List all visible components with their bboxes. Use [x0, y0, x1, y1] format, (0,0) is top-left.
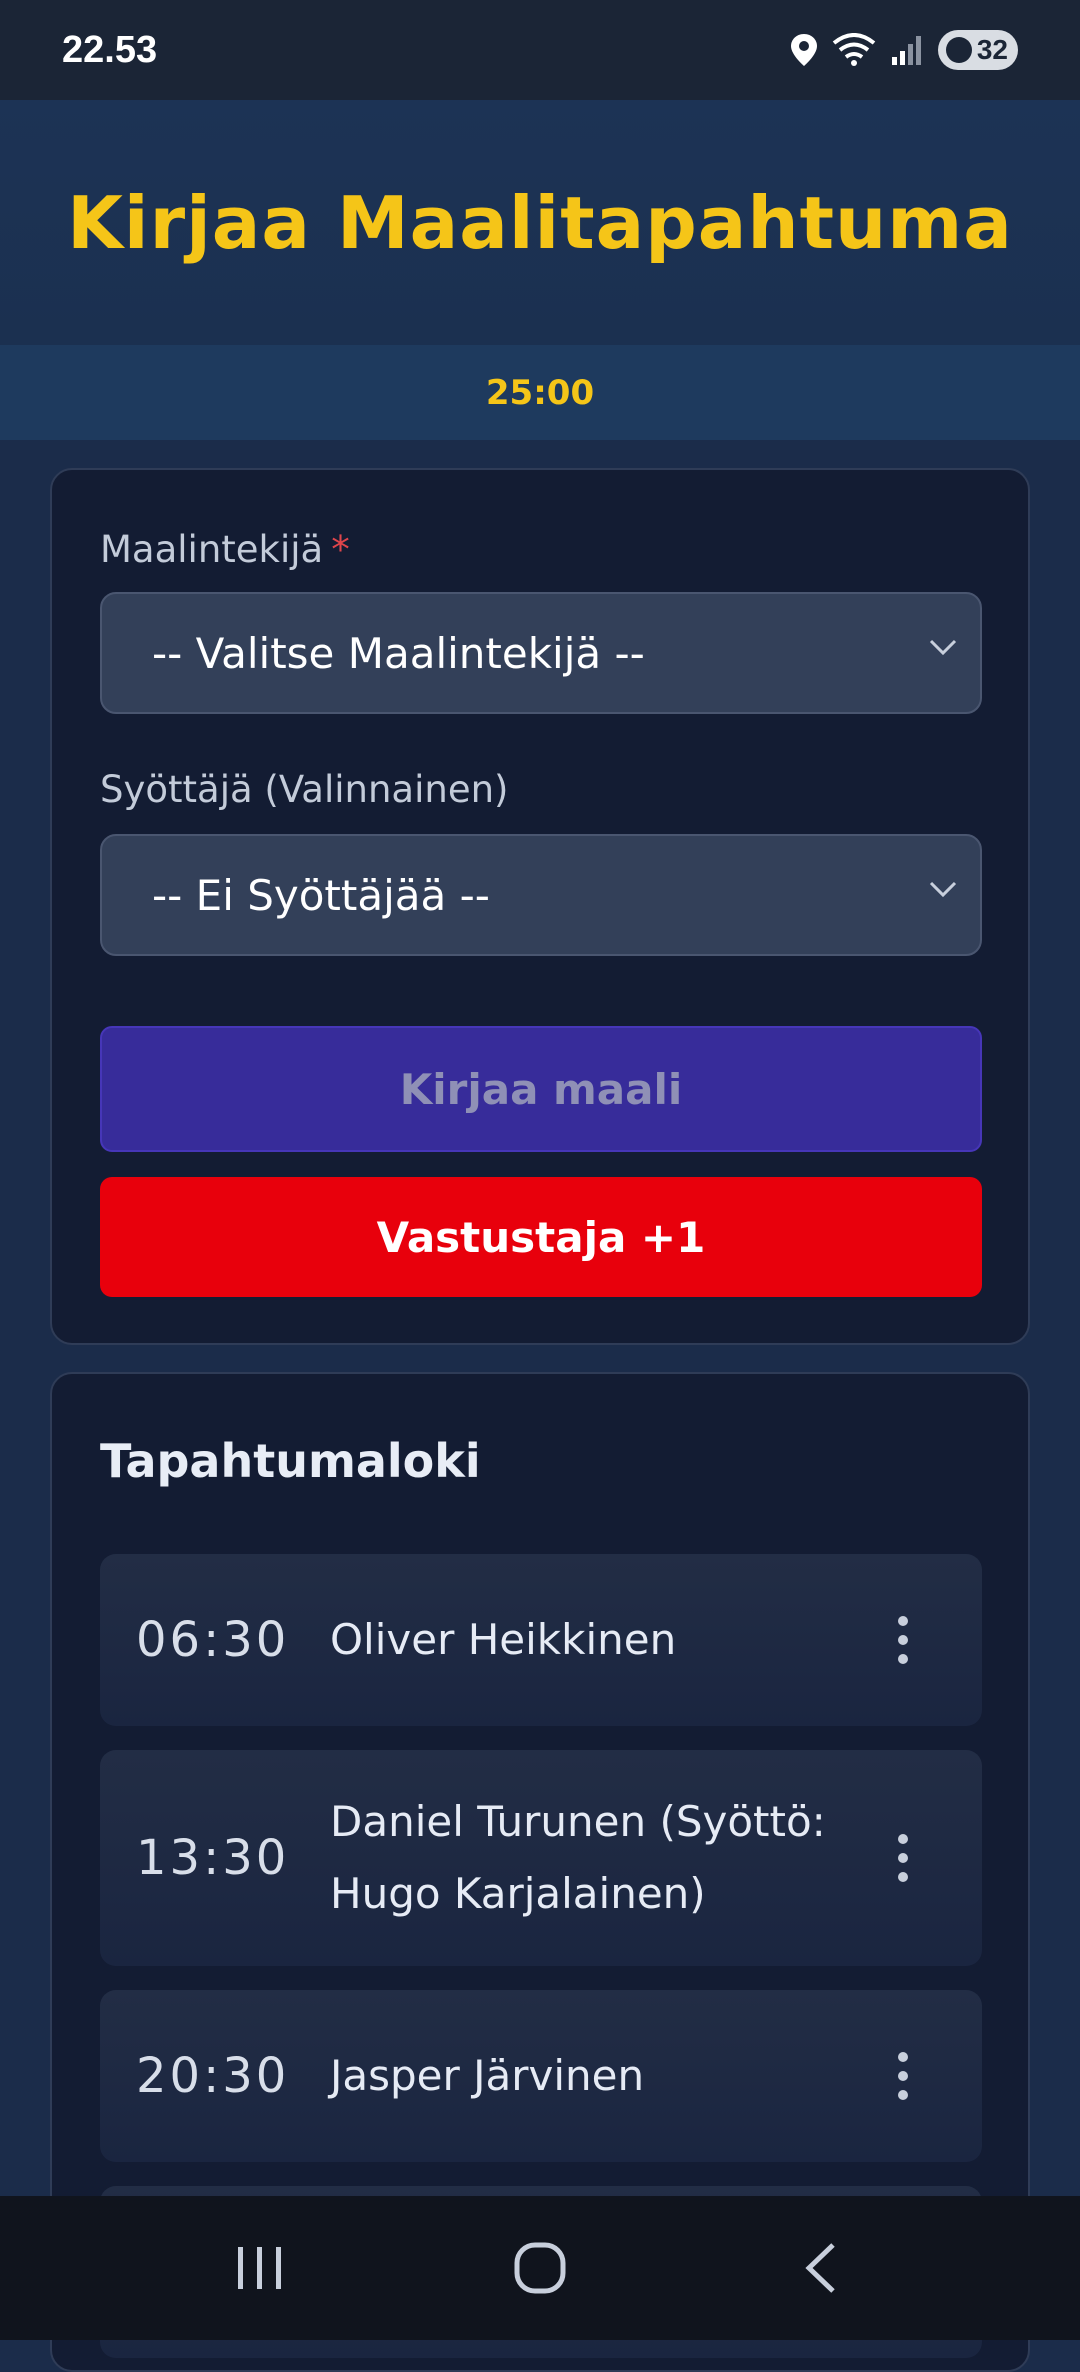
- page-title: Kirjaa Maalitapahtuma: [67, 180, 1013, 265]
- home-button[interactable]: [480, 2218, 600, 2318]
- more-options-icon[interactable]: [898, 1834, 910, 1882]
- event-text: Daniel Turunen (Syöttö: Hugo Karjalainen…: [330, 1797, 826, 1918]
- back-icon: [805, 2243, 835, 2293]
- battery-level: 32: [976, 34, 1008, 65]
- event-row[interactable]: 06:30 Oliver Heikkinen: [100, 1554, 982, 1726]
- status-bar: 22.53 32: [0, 0, 1080, 100]
- system-nav-bar: [0, 2196, 1080, 2340]
- opponent-goal-button[interactable]: Vastustaja +1: [100, 1177, 982, 1297]
- location-icon: [791, 34, 817, 66]
- home-icon: [514, 2242, 566, 2294]
- scorer-select-value: -- Valitse Maalintekijä --: [152, 628, 645, 678]
- scorer-select[interactable]: -- Valitse Maalintekijä --: [100, 592, 982, 714]
- back-button[interactable]: [760, 2218, 880, 2318]
- signal-icon: [892, 36, 921, 65]
- assist-label: Syöttäjä (Valinnainen): [100, 768, 509, 811]
- event-text: Jasper Järvinen: [330, 2051, 645, 2100]
- chevron-down-icon: [929, 639, 957, 656]
- scorer-label-text: Maalintekijä: [100, 528, 324, 571]
- battery-icon: 32: [938, 30, 1018, 70]
- more-options-icon[interactable]: [898, 1616, 910, 1664]
- log-goal-button[interactable]: Kirjaa maali: [100, 1026, 982, 1152]
- event-time: 20:30: [136, 2048, 290, 2104]
- app-header: Kirjaa Maalitapahtuma: [0, 100, 1080, 345]
- match-timer: 25:00: [485, 372, 595, 413]
- more-options-icon[interactable]: [898, 2052, 910, 2100]
- wifi-icon: [832, 33, 876, 66]
- event-time: 13:30: [136, 1830, 290, 1886]
- recent-apps-button[interactable]: [200, 2218, 320, 2318]
- status-time: 22.53: [62, 28, 158, 71]
- event-row[interactable]: 20:30 Jasper Järvinen: [100, 1990, 982, 2162]
- event-time: 06:30: [136, 1612, 290, 1668]
- goal-form-card: Maalintekijä * -- Valitse Maalintekijä --…: [50, 468, 1030, 1345]
- required-mark: *: [331, 528, 350, 571]
- scorer-label: Maalintekijä *: [100, 528, 350, 571]
- event-log-title: Tapahtumaloki: [100, 1434, 481, 1488]
- battery-saver-icon: [946, 37, 972, 63]
- status-icons: 32: [790, 30, 1018, 70]
- event-text: Oliver Heikkinen: [330, 1615, 677, 1664]
- assist-select[interactable]: -- Ei Syöttäjää --: [100, 834, 982, 956]
- event-row[interactable]: 13:30 Daniel Turunen (Syöttö: Hugo Karja…: [100, 1750, 982, 1966]
- recent-apps-icon: [238, 2247, 281, 2289]
- chevron-down-icon: [929, 881, 957, 898]
- timer-band: 25:00: [0, 345, 1080, 440]
- assist-select-value: -- Ei Syöttäjää --: [152, 870, 490, 920]
